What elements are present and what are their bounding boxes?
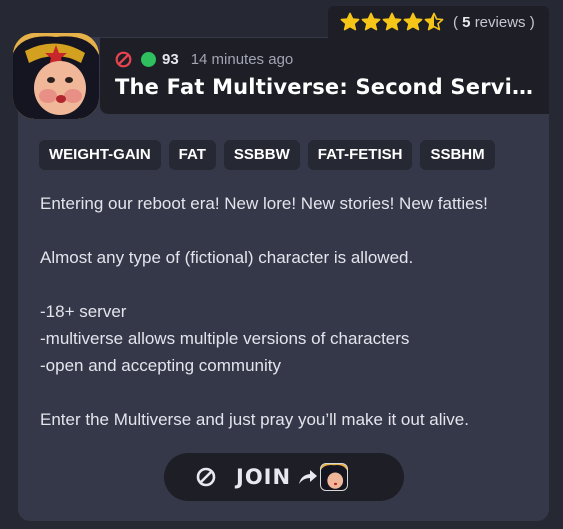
avatar-image xyxy=(13,33,99,119)
rating-tab[interactable]: ( 5 reviews ) xyxy=(328,6,549,38)
online-status-dot xyxy=(141,51,156,67)
tag-ssbbw[interactable]: SSBBW xyxy=(223,140,300,170)
join-button[interactable]: JOIN xyxy=(164,453,404,501)
tag-list: WEIGHT-GAIN FAT SSBBW FAT-FETISH SSBHM xyxy=(39,140,495,170)
star-full-icon xyxy=(340,12,360,31)
ban-icon xyxy=(196,467,216,487)
description-line: Almost any type of (fictional) character… xyxy=(40,248,414,267)
server-avatar[interactable] xyxy=(13,33,99,119)
reviews-number: 5 xyxy=(462,13,471,31)
online-count: 93 xyxy=(162,50,179,68)
reviews-word: reviews ) xyxy=(474,13,535,31)
server-title[interactable]: The Fat Multiverse: Second Serving xyxy=(115,75,540,99)
tag-fat-fetish[interactable]: FAT-FETISH xyxy=(307,140,413,170)
tag-ssbhm[interactable]: SSBHM xyxy=(420,140,495,170)
server-listing-page: ( 5 reviews ) 93 14 minutes ago The Fat … xyxy=(0,0,563,529)
nsfw-ban-icon xyxy=(115,51,132,67)
description-spacer xyxy=(40,217,530,244)
star-full-icon xyxy=(382,12,402,31)
star-full-icon xyxy=(403,12,423,31)
star-full-icon xyxy=(361,12,381,31)
last-bumped-time: 14 minutes ago xyxy=(190,50,294,68)
share-arrow-icon xyxy=(299,470,318,484)
description-spacer xyxy=(40,271,530,298)
reviews-open-paren: ( xyxy=(453,13,458,31)
server-meta-row: 93 14 minutes ago xyxy=(115,49,293,69)
tag-fat[interactable]: FAT xyxy=(168,140,216,170)
star-half-icon xyxy=(424,12,444,31)
description-spacer xyxy=(40,379,530,406)
description-line: -open and accepting community xyxy=(40,356,281,375)
description-line: -multiverse allows multiple versions of … xyxy=(40,329,410,348)
server-description: Entering our reboot era! New lore! New s… xyxy=(40,190,530,433)
description-line: Enter the Multiverse and just pray you’l… xyxy=(40,410,469,429)
tag-weight-gain[interactable]: WEIGHT-GAIN xyxy=(39,140,161,170)
reviews-count[interactable]: ( 5 reviews ) xyxy=(453,14,535,31)
rating-stars xyxy=(340,12,444,32)
join-server-avatar xyxy=(320,463,349,491)
description-line: Entering our reboot era! New lore! New s… xyxy=(40,194,488,213)
description-line: -18+ server xyxy=(40,302,127,321)
join-label: JOIN xyxy=(236,465,292,489)
